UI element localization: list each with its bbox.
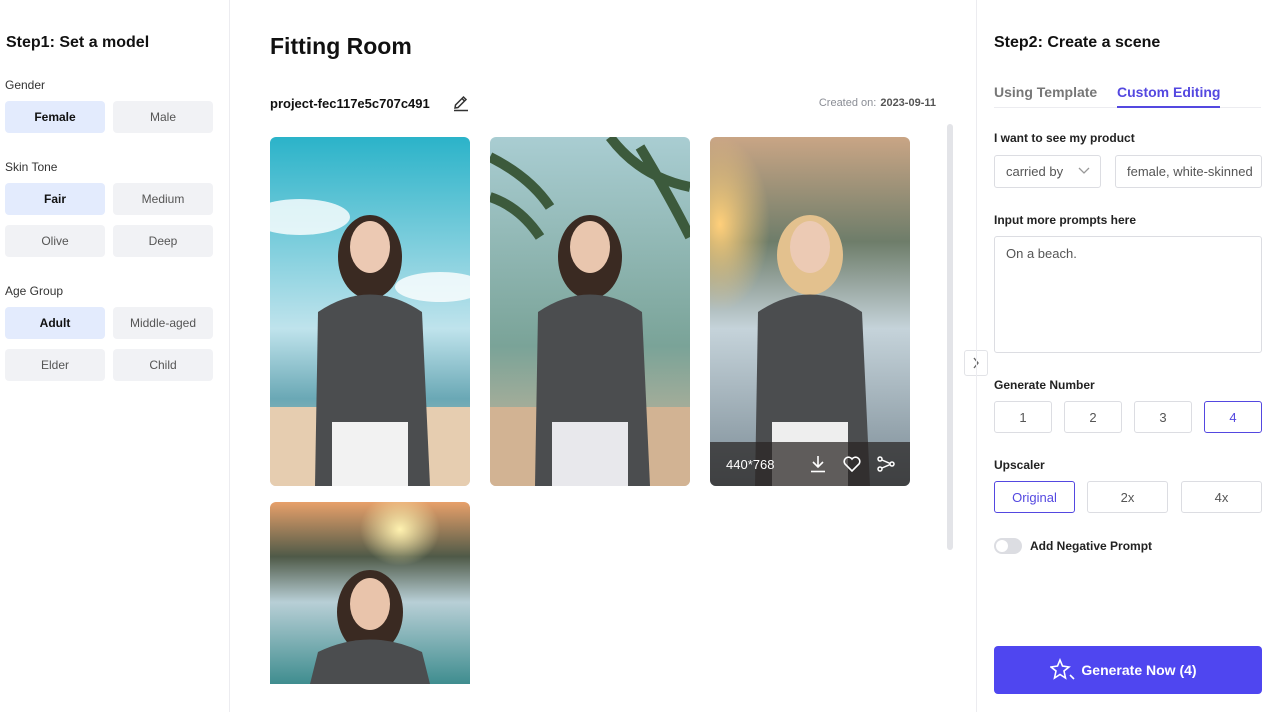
generate-button-label: Generate Now (4): [1081, 662, 1197, 678]
product-description-input[interactable]: female, white-skinned: [1115, 155, 1262, 188]
generate-now-button[interactable]: Generate Now (4): [994, 646, 1262, 694]
tab-custom-editing[interactable]: Custom Editing: [1117, 84, 1221, 108]
skin-tone-option-olive[interactable]: Olive: [5, 225, 105, 257]
gender-option-male[interactable]: Male: [113, 101, 213, 133]
product-label: I want to see my product: [994, 131, 1135, 145]
page-title: Fitting Room: [270, 33, 412, 59]
skin-tone-label: Skin Tone: [5, 160, 58, 174]
toggle-knob: [996, 540, 1008, 552]
created-label: Created on:: [818, 97, 877, 109]
project-name: project-fec117e5c707c491: [270, 96, 430, 111]
age-option-child[interactable]: Child: [113, 349, 213, 381]
generated-image[interactable]: [270, 502, 470, 684]
upscaler-4x[interactable]: 4x: [1181, 481, 1262, 513]
product-relation-select[interactable]: carried by: [994, 155, 1101, 188]
model-photo-beach-sky: [270, 137, 470, 486]
generated-image[interactable]: [270, 137, 470, 486]
upscaler-label: Upscaler: [994, 458, 1045, 472]
tab-using-template[interactable]: Using Template: [994, 84, 1097, 106]
prompt-label: Input more prompts here: [994, 213, 1137, 227]
share-icon[interactable]: [876, 454, 896, 474]
product-relation-value: carried by: [1006, 164, 1064, 179]
created-value: 2023-09-11: [880, 97, 936, 109]
app-root: Step1: Set a model Gender Female Male Sk…: [0, 0, 1269, 712]
generate-number-2[interactable]: 2: [1064, 401, 1122, 433]
scene-tabs: Using Template Custom Editing: [994, 84, 1261, 108]
skin-tone-option-deep[interactable]: Deep: [113, 225, 213, 257]
step1-title: Step1: Set a model: [6, 34, 150, 51]
image-action-bar: 440*768: [710, 442, 910, 486]
age-group-label: Age Group: [5, 284, 64, 298]
model-photo-beach-sunset-blonde: [710, 137, 910, 486]
age-option-elder[interactable]: Elder: [5, 349, 105, 381]
scene-settings-panel: Step2: Create a scene Using Template Cus…: [976, 0, 1269, 712]
sparkle-icon: [1050, 658, 1075, 680]
pencil-icon[interactable]: [452, 94, 470, 112]
generated-image[interactable]: [490, 137, 690, 486]
gallery-scrollbar[interactable]: [947, 124, 953, 550]
generate-number-3[interactable]: 3: [1134, 401, 1192, 433]
age-option-middle-aged[interactable]: Middle-aged: [113, 307, 213, 339]
fitting-room-panel: Fitting Room project-fec117e5c707c491 Cr…: [230, 0, 988, 712]
skin-tone-option-fair[interactable]: Fair: [5, 183, 105, 215]
gender-label: Gender: [5, 78, 46, 92]
age-option-adult[interactable]: Adult: [5, 307, 105, 339]
image-dimensions: 440*768: [726, 456, 775, 472]
generated-image-hovered[interactable]: 440*768: [710, 137, 910, 486]
generate-number-label: Generate Number: [994, 378, 1095, 392]
generate-number-1[interactable]: 1: [994, 401, 1052, 433]
prompt-textarea[interactable]: On a beach.: [994, 236, 1262, 353]
chevron-down-icon: [1078, 167, 1090, 174]
upscaler-2x[interactable]: 2x: [1087, 481, 1168, 513]
model-settings-panel: Step1: Set a model Gender Female Male Sk…: [0, 0, 230, 712]
model-photo-beach-palm: [490, 137, 690, 486]
negative-prompt-label: Add Negative Prompt: [1030, 539, 1153, 553]
model-photo-beach-sunset-waves: [270, 502, 470, 684]
created-date: Created on: 2023-09-11: [819, 97, 936, 109]
skin-tone-option-medium[interactable]: Medium: [113, 183, 213, 215]
step2-title: Step2: Create a scene: [994, 34, 1161, 51]
upscaler-original[interactable]: Original: [994, 481, 1075, 513]
generate-number-4[interactable]: 4: [1204, 401, 1262, 433]
download-icon[interactable]: [808, 454, 828, 474]
gender-option-female[interactable]: Female: [5, 101, 105, 133]
heart-icon[interactable]: [842, 454, 862, 474]
negative-prompt-toggle[interactable]: [994, 538, 1022, 554]
